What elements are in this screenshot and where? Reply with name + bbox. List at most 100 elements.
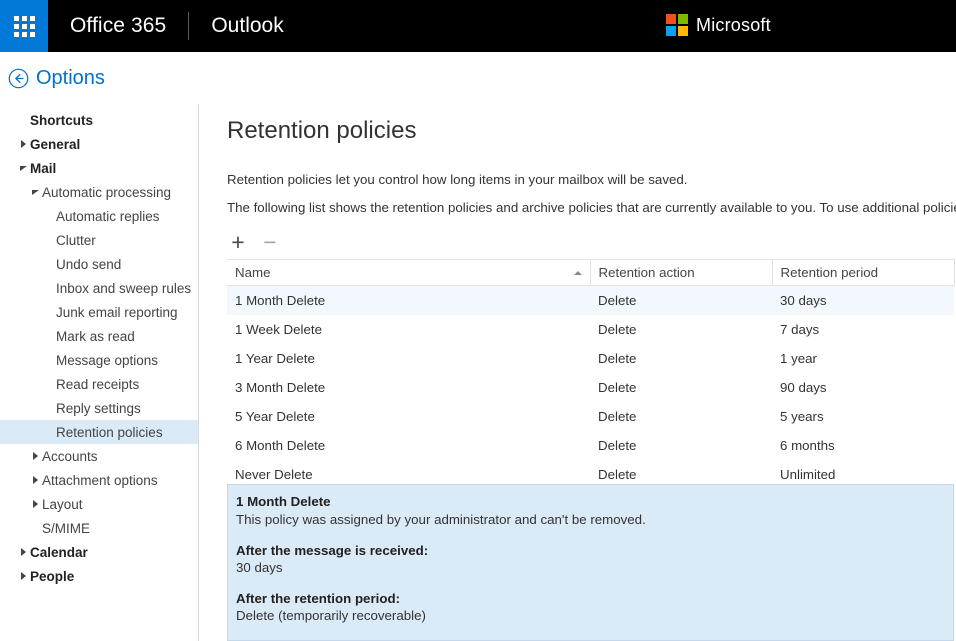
sidebar-item-label: Layout bbox=[42, 497, 83, 512]
detail-received-label: After the message is received: bbox=[236, 543, 941, 558]
retention-period-cell: 1 year bbox=[772, 344, 954, 373]
policy-name-cell: 1 Month Delete bbox=[227, 286, 590, 315]
chevron-right-icon[interactable] bbox=[28, 452, 42, 460]
page-title: Retention policies bbox=[227, 117, 956, 145]
sidebar-item-automatic-replies[interactable]: Automatic replies bbox=[0, 204, 198, 228]
chevron-right-icon[interactable] bbox=[16, 548, 30, 556]
chevron-right-icon[interactable] bbox=[28, 500, 42, 508]
table-row[interactable]: 1 Week DeleteDelete7 days bbox=[227, 315, 954, 344]
table-header: Name Retention action Retention period bbox=[227, 260, 954, 286]
detail-retention-label: After the retention period: bbox=[236, 591, 941, 606]
sidebar-item-label: Mark as read bbox=[56, 329, 135, 344]
microsoft-logo: Microsoft bbox=[666, 14, 771, 36]
back-circle-icon bbox=[8, 68, 29, 89]
sidebar-item-label: Clutter bbox=[56, 233, 96, 248]
sidebar-item-label: S/MIME bbox=[42, 521, 90, 536]
retention-period-cell: 7 days bbox=[772, 315, 954, 344]
table-header-row: Name Retention action Retention period bbox=[227, 260, 954, 286]
sidebar-item-label: Automatic replies bbox=[56, 209, 160, 224]
sidebar-item-label: Mail bbox=[30, 161, 56, 176]
chevron-right-icon[interactable] bbox=[28, 476, 42, 484]
microsoft-logo-icon bbox=[666, 14, 688, 36]
sidebar-item-calendar[interactable]: Calendar bbox=[0, 540, 198, 564]
detail-received-value: 30 days bbox=[236, 560, 941, 575]
sidebar-item-attachment-options[interactable]: Attachment options bbox=[0, 468, 198, 492]
options-label: Options bbox=[36, 67, 105, 90]
options-header: Options bbox=[0, 52, 956, 104]
chevron-right-icon[interactable] bbox=[16, 572, 30, 580]
policy-name-cell: 6 Month Delete bbox=[227, 431, 590, 460]
suite-brand[interactable]: Office 365 bbox=[48, 14, 188, 38]
retention-period-cell: 6 months bbox=[772, 431, 954, 460]
sidebar-item-layout[interactable]: Layout bbox=[0, 492, 198, 516]
app-launcher-icon bbox=[14, 16, 35, 37]
policy-name-cell: 1 Week Delete bbox=[227, 315, 590, 344]
policy-name-cell: 5 Year Delete bbox=[227, 402, 590, 431]
add-policy-button[interactable]: + bbox=[227, 231, 249, 253]
table-row[interactable]: 3 Month DeleteDelete90 days bbox=[227, 373, 954, 402]
sidebar-item-automatic-processing[interactable]: Automatic processing bbox=[0, 180, 198, 204]
sidebar-item-label: Retention policies bbox=[56, 425, 163, 440]
microsoft-wordmark: Microsoft bbox=[696, 15, 771, 36]
table-row[interactable]: 6 Month DeleteDelete6 months bbox=[227, 431, 954, 460]
column-header-retention-action[interactable]: Retention action bbox=[590, 260, 772, 286]
remove-policy-button[interactable]: − bbox=[259, 231, 281, 253]
sidebar-item-clutter[interactable]: Clutter bbox=[0, 228, 198, 252]
sidebar-item-s-mime[interactable]: S/MIME bbox=[0, 516, 198, 540]
table-row[interactable]: 5 Year DeleteDelete5 years bbox=[227, 402, 954, 431]
retention-action-cell: Delete bbox=[590, 344, 772, 373]
table-body: 1 Month DeleteDelete30 days1 Week Delete… bbox=[227, 286, 954, 489]
chevron-down-icon[interactable] bbox=[16, 166, 30, 171]
sidebar-item-label: Message options bbox=[56, 353, 158, 368]
column-header-retention-period[interactable]: Retention period bbox=[772, 260, 954, 286]
options-sidebar: Shortcuts General Mail Automatic processing… bbox=[0, 104, 199, 641]
intro-line-1: Retention policies let you control how l… bbox=[227, 172, 956, 187]
sidebar-nav-list: Shortcuts General Mail Automatic processing… bbox=[0, 108, 198, 588]
sidebar-item-inbox-and-sweep-rules[interactable]: Inbox and sweep rules bbox=[0, 276, 198, 300]
sidebar-item-read-receipts[interactable]: Read receipts bbox=[0, 372, 198, 396]
chevron-down-icon[interactable] bbox=[28, 190, 42, 195]
app-launcher-button[interactable] bbox=[0, 0, 48, 52]
sidebar-item-shortcuts[interactable]: Shortcuts bbox=[0, 108, 198, 132]
sidebar-item-retention-policies[interactable]: Retention policies bbox=[0, 420, 198, 444]
retention-action-cell: Delete bbox=[590, 431, 772, 460]
retention-action-cell: Delete bbox=[590, 286, 772, 315]
sidebar-item-label: People bbox=[30, 569, 74, 584]
logo-square-orange bbox=[666, 14, 676, 24]
sidebar-item-message-options[interactable]: Message options bbox=[0, 348, 198, 372]
retention-period-cell: 5 years bbox=[772, 402, 954, 431]
intro-line-2: The following list shows the retention p… bbox=[227, 200, 956, 215]
sidebar-item-accounts[interactable]: Accounts bbox=[0, 444, 198, 468]
policy-name-cell: 3 Month Delete bbox=[227, 373, 590, 402]
sidebar-item-reply-settings[interactable]: Reply settings bbox=[0, 396, 198, 420]
retention-action-cell: Delete bbox=[590, 402, 772, 431]
sidebar-item-general[interactable]: General bbox=[0, 132, 198, 156]
sidebar-item-label: Inbox and sweep rules bbox=[56, 281, 191, 296]
table-row[interactable]: 1 Year DeleteDelete1 year bbox=[227, 344, 954, 373]
sidebar-item-label: Reply settings bbox=[56, 401, 141, 416]
detail-policy-note: This policy was assigned by your adminis… bbox=[236, 512, 941, 527]
sidebar-item-mail[interactable]: Mail bbox=[0, 156, 198, 180]
sidebar-item-label: Attachment options bbox=[42, 473, 158, 488]
sidebar-item-undo-send[interactable]: Undo send bbox=[0, 252, 198, 276]
retention-policies-table: Name Retention action Retention period 1… bbox=[227, 259, 955, 489]
sidebar-item-label: Shortcuts bbox=[30, 113, 93, 128]
logo-square-blue bbox=[666, 26, 676, 36]
sidebar-item-junk-email-reporting[interactable]: Junk email reporting bbox=[0, 300, 198, 324]
policy-detail-panel: 1 Month Delete This policy was assigned … bbox=[227, 484, 954, 641]
sidebar-item-people[interactable]: People bbox=[0, 564, 198, 588]
policy-name-cell: 1 Year Delete bbox=[227, 344, 590, 373]
sidebar-item-label: Accounts bbox=[42, 449, 98, 464]
retention-period-cell: 30 days bbox=[772, 286, 954, 315]
column-header-name-label: Name bbox=[235, 265, 270, 280]
table-row[interactable]: 1 Month DeleteDelete30 days bbox=[227, 286, 954, 315]
chevron-right-icon[interactable] bbox=[16, 140, 30, 148]
column-header-name[interactable]: Name bbox=[227, 260, 590, 286]
suite-app-name[interactable]: Outlook bbox=[189, 14, 305, 38]
back-to-options-link[interactable]: Options bbox=[0, 67, 105, 90]
retention-action-cell: Delete bbox=[590, 373, 772, 402]
table-toolbar: + − bbox=[227, 229, 956, 255]
sort-ascending-icon bbox=[574, 271, 582, 275]
sidebar-item-mark-as-read[interactable]: Mark as read bbox=[0, 324, 198, 348]
retention-action-cell: Delete bbox=[590, 315, 772, 344]
